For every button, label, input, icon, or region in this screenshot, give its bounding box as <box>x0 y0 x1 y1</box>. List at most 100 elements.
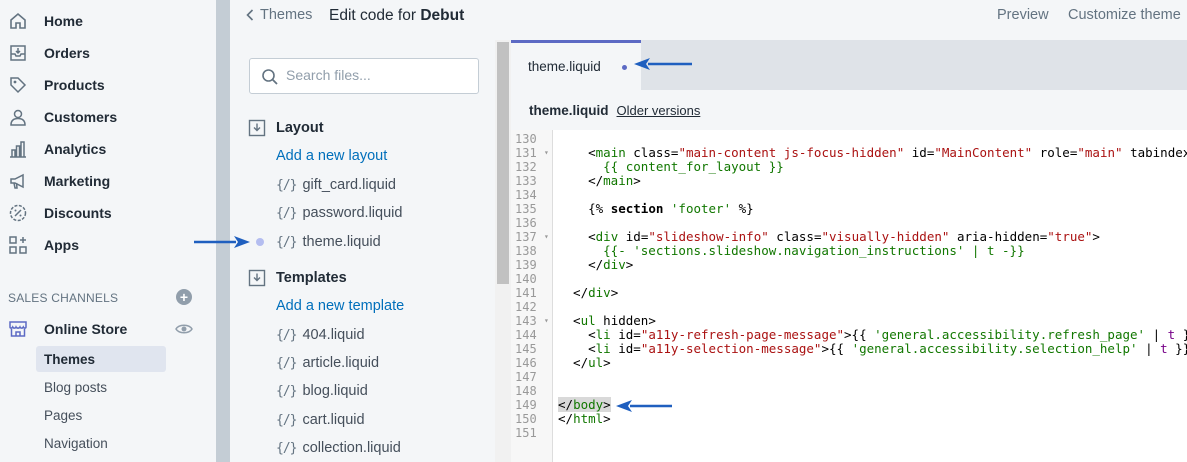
sub-item-navigation[interactable]: Navigation <box>36 430 166 456</box>
line-number: 147 <box>515 370 537 384</box>
line-number: 151 <box>515 426 537 440</box>
sub-item-pages[interactable]: Pages <box>36 402 166 428</box>
tab-label: theme.liquid <box>528 59 601 74</box>
file-password[interactable]: {/} password.liquid <box>276 205 402 221</box>
liquid-file-icon: {/} <box>276 412 298 428</box>
line-number: 140 <box>515 272 537 286</box>
annotation-arrow-tab <box>634 58 692 70</box>
file-name: cart.liquid <box>302 412 365 428</box>
code-line: <ul hidden> <box>558 313 656 328</box>
line-number: 142 <box>515 300 537 314</box>
file-name: blog.liquid <box>302 383 368 399</box>
file-browser: Layout Add a new layout {/} gift_card.li… <box>230 40 495 462</box>
code-line: </div> <box>558 285 619 300</box>
code-line: {% section 'footer' %} <box>558 201 754 216</box>
nav-label: Analytics <box>44 141 107 157</box>
person-icon <box>8 107 28 127</box>
file-search-box[interactable] <box>249 58 479 94</box>
nav-item-analytics[interactable]: Analytics <box>0 133 216 165</box>
nav-item-apps[interactable]: Apps <box>0 229 216 261</box>
megaphone-icon <box>8 171 28 191</box>
nav-item-home[interactable]: Home <box>0 5 216 37</box>
line-number: 134 <box>515 188 537 202</box>
liquid-file-icon: {/} <box>276 205 298 221</box>
top-bar: Themes Edit code for Debut Preview Custo… <box>230 0 1187 40</box>
older-versions-link[interactable]: Older versions <box>617 103 701 118</box>
file-cart[interactable]: {/} cart.liquid <box>276 412 365 428</box>
modified-dot <box>256 238 264 246</box>
nav-label: Home <box>44 13 83 29</box>
add-layout-link[interactable]: Add a new layout <box>276 148 387 164</box>
orders-icon <box>8 43 28 63</box>
line-number: 133 <box>515 174 537 188</box>
search-input[interactable] <box>286 67 471 83</box>
nav-item-orders[interactable]: Orders <box>0 37 216 69</box>
code-editor-panel: theme.liquid theme.liquid Older versions… <box>511 40 1187 462</box>
file-blog[interactable]: {/} blog.liquid <box>276 383 368 399</box>
folder-templates[interactable]: Templates <box>248 269 347 287</box>
unsaved-dot <box>622 65 627 70</box>
theme-name: Debut <box>420 7 465 24</box>
folder-layout[interactable]: Layout <box>248 119 324 137</box>
line-number: 135 <box>515 202 537 216</box>
current-file-name: theme.liquid <box>529 102 609 118</box>
sales-channels-heading: SALES CHANNELS <box>8 291 119 305</box>
nav-item-marketing[interactable]: Marketing <box>0 165 216 197</box>
back-to-themes-link[interactable]: Themes <box>246 7 312 23</box>
liquid-file-icon: {/} <box>276 355 298 371</box>
file-name: gift_card.liquid <box>302 177 396 193</box>
file-name: theme.liquid <box>302 234 381 250</box>
line-number: 145 <box>515 342 537 356</box>
sub-item-blog-posts[interactable]: Blog posts <box>36 374 166 400</box>
admin-sidebar: Home Orders Products Customers Analytics… <box>0 0 216 462</box>
liquid-file-icon: {/} <box>276 234 298 250</box>
file-gift-card[interactable]: {/} gift_card.liquid <box>276 177 396 193</box>
add-template-link[interactable]: Add a new template <box>276 298 404 314</box>
title-prefix: Edit code for <box>329 7 417 24</box>
sub-item-themes[interactable]: Themes <box>36 346 166 372</box>
code-area[interactable]: 130 131 ▾ 132 133 134 135 136 137 ▾ 138 13… <box>511 130 1187 462</box>
line-number: 137 ▾ <box>515 230 549 244</box>
code-line: <li id="a11y-selection-message">{{ 'gene… <box>558 341 1187 356</box>
nav-label: Online Store <box>44 321 128 337</box>
file-theme[interactable]: {/} theme.liquid <box>276 234 381 250</box>
line-number: 150 <box>515 412 537 426</box>
preview-button[interactable]: Preview <box>997 7 1049 23</box>
annotation-arrow-body <box>616 400 672 412</box>
line-number-gutter: 130 131 ▾ 132 133 134 135 136 137 ▾ 138 13… <box>511 130 553 462</box>
file-collection[interactable]: {/} collection.liquid <box>276 440 401 456</box>
nav-label: Apps <box>44 237 79 253</box>
code-line: <main class="main-content js-focus-hidde… <box>558 145 1187 160</box>
line-number: 139 <box>515 258 537 272</box>
code-line: {{ content_for_layout }} <box>603 159 784 174</box>
scrollbar-thumb[interactable] <box>497 42 509 284</box>
file-name: collection.liquid <box>302 440 401 456</box>
nav-label: Discounts <box>44 205 112 221</box>
nav-item-products[interactable]: Products <box>0 69 216 101</box>
line-number: 138 <box>515 244 537 258</box>
file-list-scrollbar[interactable] <box>495 40 511 462</box>
file-name: password.liquid <box>302 205 403 221</box>
discount-icon <box>8 203 28 223</box>
view-store-eye-icon[interactable] <box>175 321 193 337</box>
file-name: 404.liquid <box>302 327 365 343</box>
file-404[interactable]: {/} 404.liquid <box>276 327 365 343</box>
code-line: {{- 'sections.slideshow.navigation_instr… <box>603 243 1025 258</box>
tab-theme-liquid[interactable]: theme.liquid <box>511 40 641 90</box>
page-title: Edit code for Debut <box>329 7 464 25</box>
nav-item-discounts[interactable]: Discounts <box>0 197 216 229</box>
tag-icon <box>8 75 28 95</box>
add-channel-button[interactable]: + <box>176 289 192 305</box>
sidebar-divider <box>216 0 230 462</box>
nav-item-customers[interactable]: Customers <box>0 101 216 133</box>
nav-label: Marketing <box>44 173 111 189</box>
liquid-file-icon: {/} <box>276 327 298 343</box>
line-number: 136 <box>515 216 537 230</box>
code-line: </html> <box>558 411 611 426</box>
line-number: 149 <box>515 398 537 412</box>
customize-theme-button[interactable]: Customize theme <box>1068 7 1181 23</box>
code-line: <li id="a11y-refresh-page-message">{{ 'g… <box>558 327 1187 342</box>
file-article[interactable]: {/} article.liquid <box>276 355 379 371</box>
code-line: </main> <box>558 173 641 188</box>
liquid-file-icon: {/} <box>276 440 298 456</box>
